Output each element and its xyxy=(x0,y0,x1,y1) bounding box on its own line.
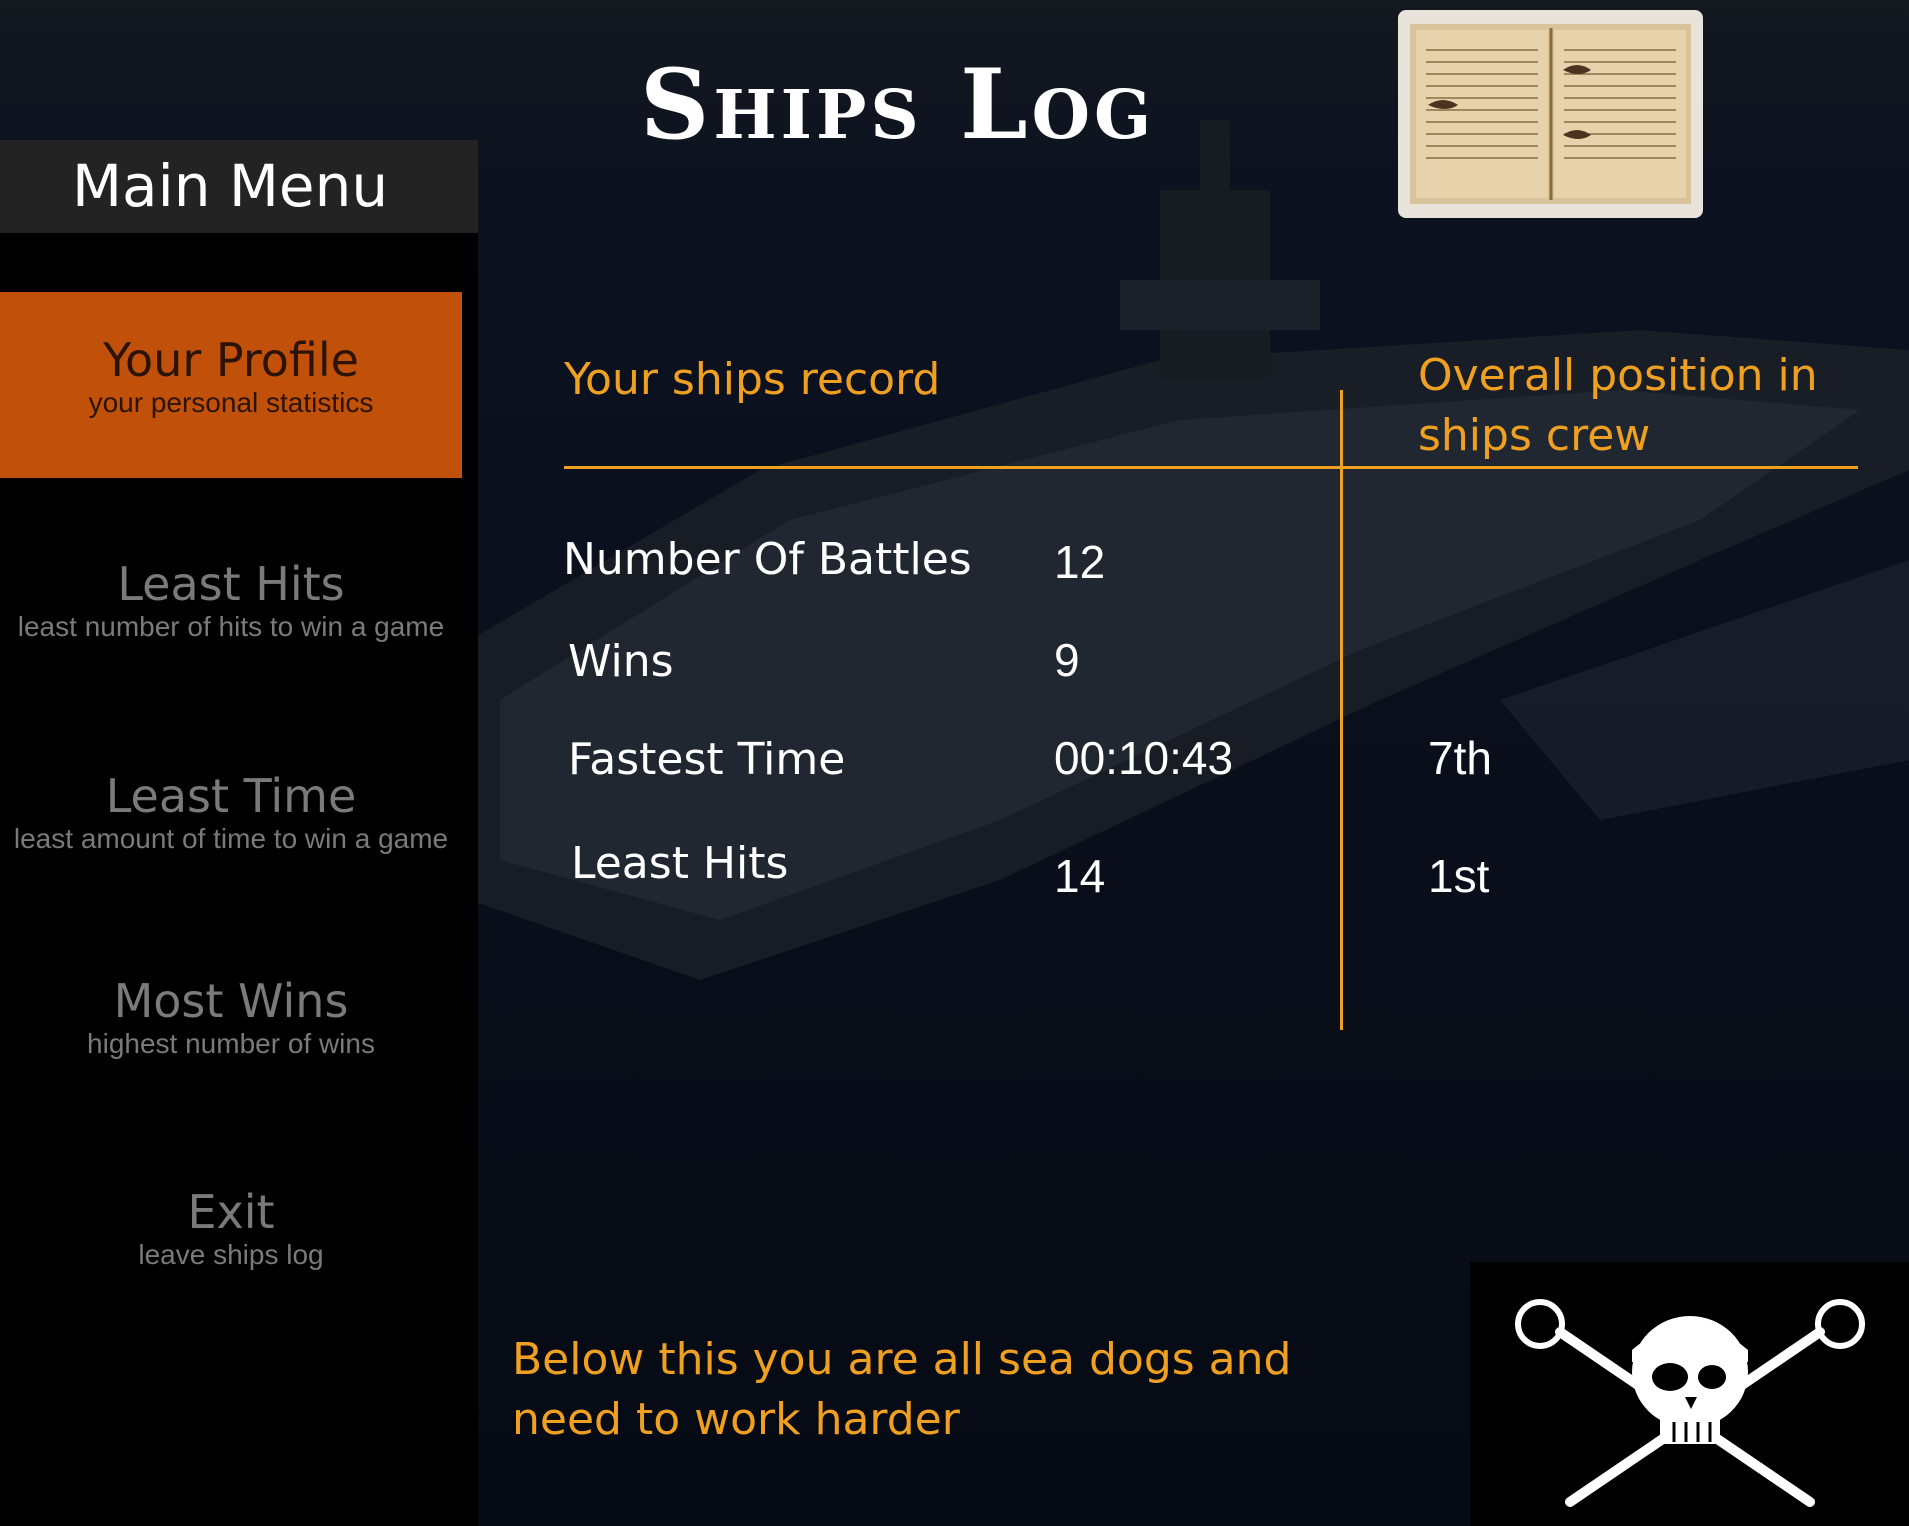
table-header-divider xyxy=(564,466,1858,469)
menu-item-label: Most Wins xyxy=(113,974,349,1028)
stat-value-wins: 9 xyxy=(1054,634,1080,686)
main-menu-title: Main Menu xyxy=(72,152,389,220)
stat-value-battles: 12 xyxy=(1054,536,1106,588)
stat-label-least-hits: Least Hits xyxy=(571,838,789,889)
stat-label-fastest-time: Fastest Time xyxy=(568,734,846,785)
menu-item-label: Least Time xyxy=(105,769,357,823)
stat-value-least-hits: 14 xyxy=(1054,850,1106,902)
position-heading: Overall position in ships crew xyxy=(1418,350,1818,461)
menu-item-most-wins[interactable]: Most Wins highest number of wins xyxy=(0,975,462,1061)
menu-item-description: least amount of time to win a game xyxy=(13,823,449,854)
stat-position-least-hits: 1st xyxy=(1428,850,1490,902)
logbook-image xyxy=(1398,10,1703,218)
stat-label-battles: Number Of Battles xyxy=(563,534,972,585)
menu-item-least-time[interactable]: Least Time least amount of time to win a… xyxy=(0,770,462,856)
jolly-roger-icon xyxy=(1470,1262,1909,1526)
menu-item-description: leave ships log xyxy=(138,1239,324,1270)
menu-item-label: Exit xyxy=(187,1185,275,1239)
menu-item-least-hits[interactable]: Least Hits least number of hits to win a… xyxy=(0,558,462,644)
page-title: Ships Log xyxy=(640,48,1156,161)
menu-item-label: Least Hits xyxy=(117,557,345,611)
menu-item-your-profile[interactable]: Your Profile your personal statistics xyxy=(0,292,462,478)
menu-item-label: Your Profile xyxy=(103,333,359,387)
main-menu-header: Main Menu xyxy=(0,140,478,233)
menu-item-description: your personal statistics xyxy=(88,387,374,418)
stat-value-fastest-time: 00:10:43 xyxy=(1054,732,1234,784)
menu-item-description: least number of hits to win a game xyxy=(17,611,445,642)
record-heading: Your ships record xyxy=(564,354,941,405)
main-menu-sidebar: Main Menu Your Profile your personal sta… xyxy=(0,140,478,1526)
stat-position-fastest-time: 7th xyxy=(1428,732,1492,784)
stat-label-wins: Wins xyxy=(568,636,674,687)
menu-item-description: highest number of wins xyxy=(87,1028,375,1059)
table-column-divider xyxy=(1340,390,1343,1030)
crew-note: Below this you are all sea dogs and need… xyxy=(512,1334,1292,1445)
menu-item-exit[interactable]: Exit leave ships log xyxy=(0,1186,462,1272)
